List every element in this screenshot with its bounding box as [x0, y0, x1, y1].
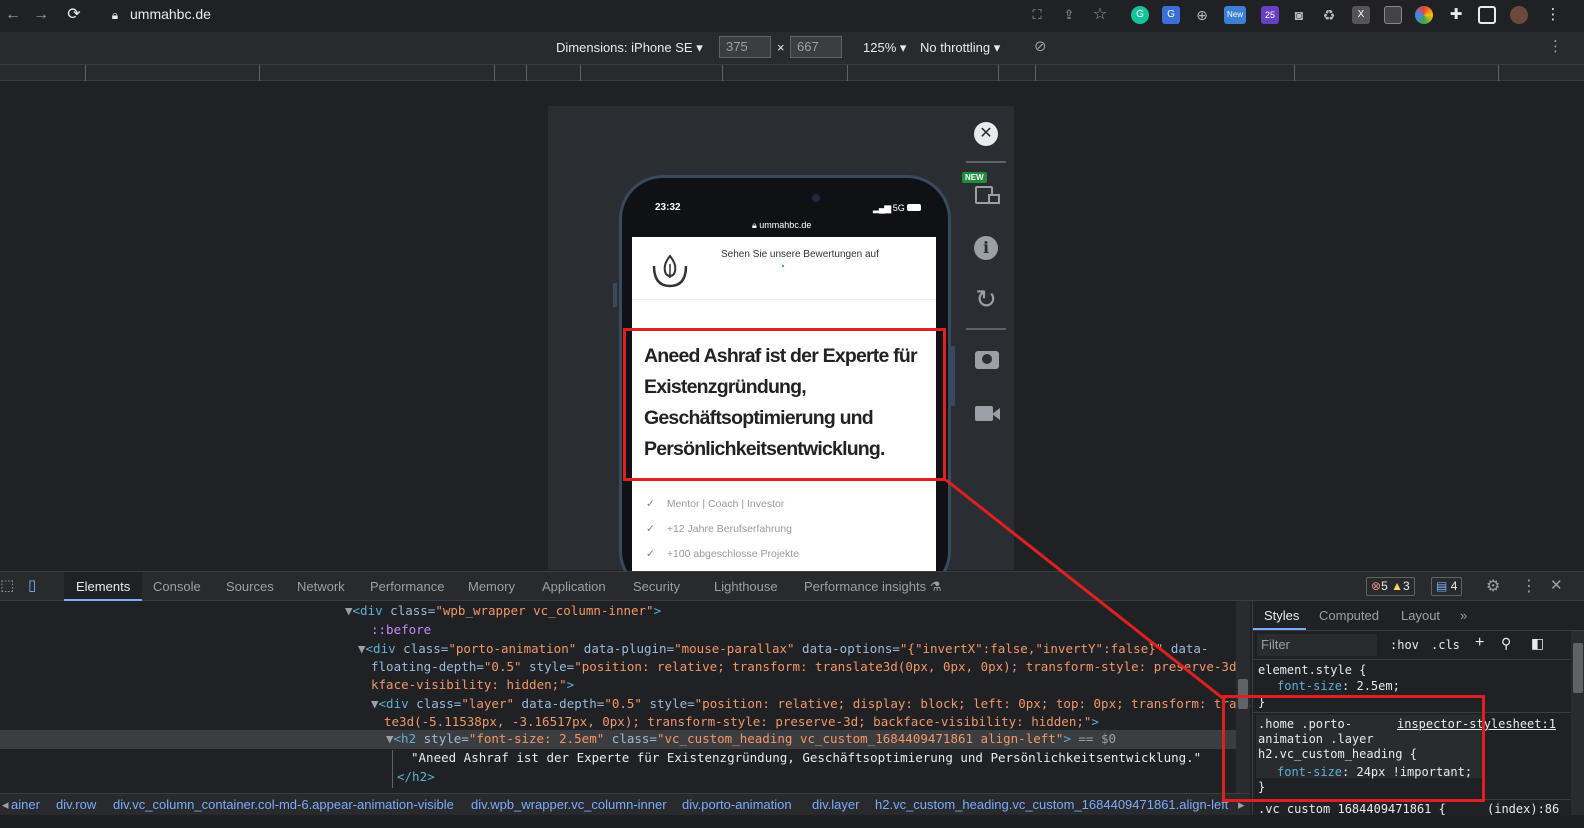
annotation-arrow-line [945, 478, 1226, 702]
